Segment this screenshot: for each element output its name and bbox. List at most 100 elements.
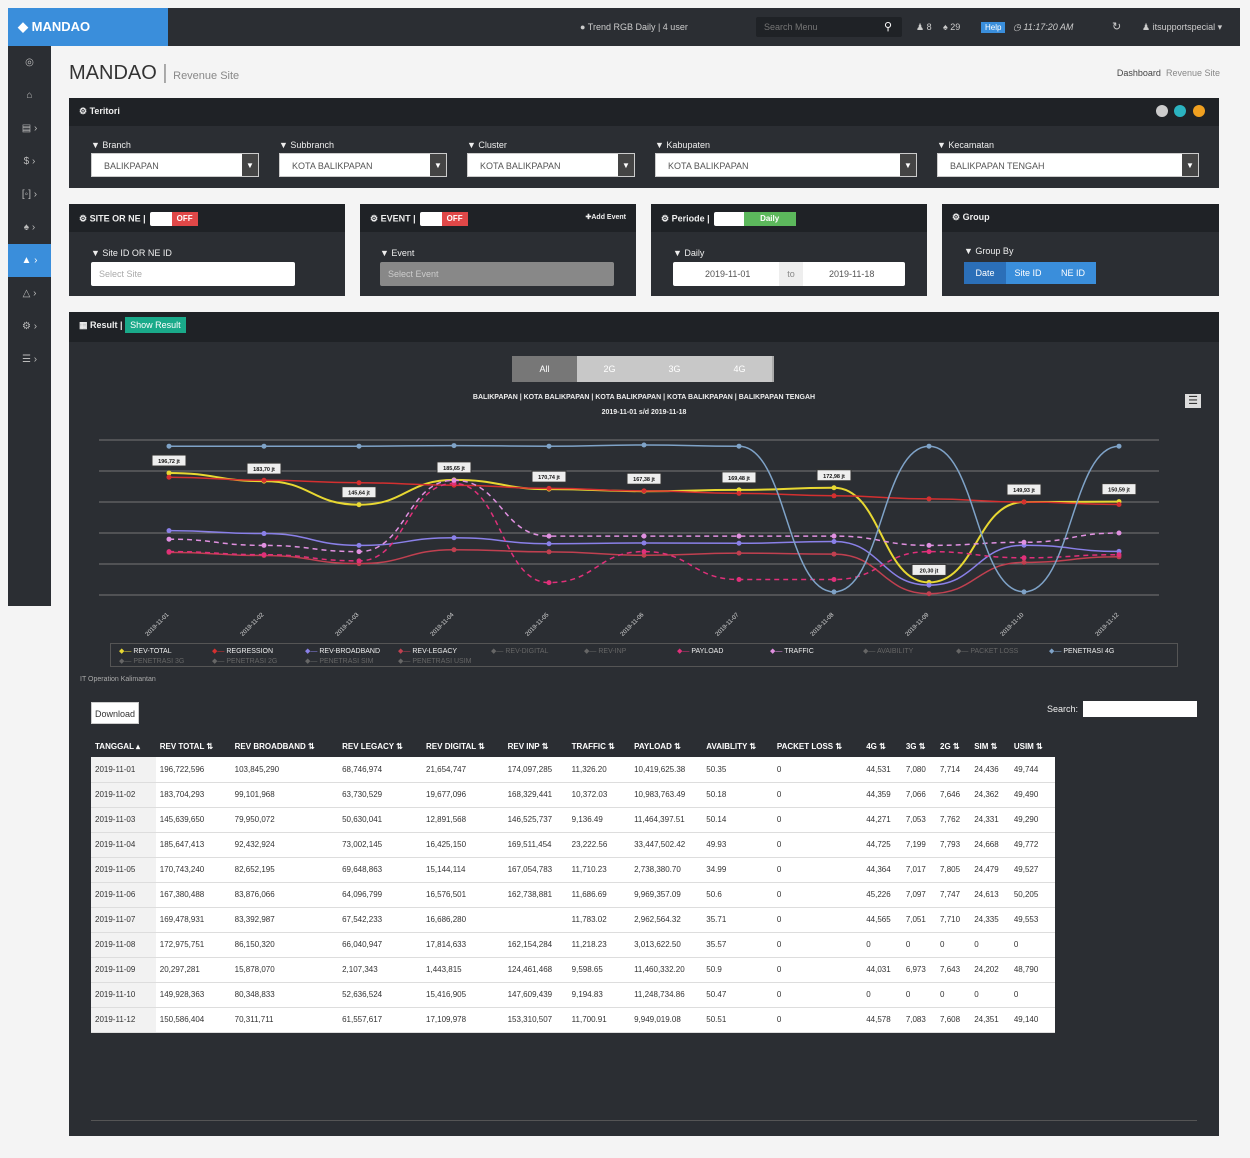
- branch-select[interactable]: BALIKPAPAN ▼: [91, 153, 259, 177]
- event-toggle[interactable]: OFF: [419, 212, 468, 226]
- group-ne-id-button[interactable]: NE ID: [1050, 262, 1096, 284]
- user-icon: ♟: [916, 22, 925, 32]
- user-menu[interactable]: ♟ itsupportspecial ▾: [1142, 8, 1222, 46]
- table-cell: 0: [862, 932, 902, 958]
- table-row[interactable]: 2019-11-12 150,586,404 70,311,711 61,557,61…: [91, 1007, 1055, 1033]
- column-header[interactable]: REV DIGITAL ⇅: [422, 735, 504, 757]
- group-site-id-button[interactable]: Site ID: [1006, 262, 1050, 284]
- legend-item[interactable]: ◆— TRAFFIC: [770, 647, 814, 655]
- periode-toggle[interactable]: Daily: [713, 212, 796, 226]
- kabupaten-select[interactable]: KOTA BALIKPAPAN ▼: [655, 153, 917, 177]
- users-counter[interactable]: ♟ 8: [916, 8, 932, 46]
- sidebar-chart-icon[interactable]: ▤ ›: [8, 112, 51, 145]
- download-button[interactable]: Download: [91, 702, 139, 724]
- column-header[interactable]: SIM ⇅: [970, 735, 1010, 757]
- table-row[interactable]: 2019-11-05 170,743,240 82,652,195 69,648,86…: [91, 857, 1055, 883]
- table-row[interactable]: 2019-11-06 167,380,488 83,876,066 64,096,79…: [91, 882, 1055, 908]
- table-row[interactable]: 2019-11-10 149,928,363 80,348,833 52,636,52…: [91, 982, 1055, 1008]
- column-header[interactable]: 3G ⇅: [902, 735, 936, 757]
- group-date-button[interactable]: Date: [964, 262, 1006, 284]
- sidebar-tree-icon[interactable]: △ ›: [8, 277, 51, 310]
- legend-item[interactable]: ◆— REV-INP: [584, 647, 626, 655]
- table-cell: 0: [936, 932, 971, 958]
- collapse-icon[interactable]: [1155, 105, 1168, 117]
- notification-counter[interactable]: ♠ 29: [943, 8, 960, 46]
- date-to-input[interactable]: 2019-11-18: [829, 262, 874, 286]
- revenue-chart: BALIKPAPAN | KOTA BALIKPAPAN | KOTA BALI…: [99, 394, 1159, 638]
- refresh-icon[interactable]: ↻: [1112, 8, 1121, 46]
- table-row[interactable]: 2019-11-03 145,639,650 79,950,072 50,630,04…: [91, 807, 1055, 833]
- table-row[interactable]: 2019-11-09 20,297,281 15,878,070 2,107,343 1…: [91, 957, 1055, 983]
- table-cell: 183,704,293: [155, 782, 231, 808]
- legend-item[interactable]: ◆— REGRESSION: [212, 647, 273, 655]
- legend-item[interactable]: ◆— PAYLOAD: [677, 647, 723, 655]
- series-line-penetrasi 4g: [169, 444, 1120, 593]
- x-tick-label: 2019-11-04: [430, 612, 456, 638]
- table-row[interactable]: 2019-11-07 169,478,931 83,392,987 67,542,23…: [91, 907, 1055, 933]
- divider: [91, 1120, 1197, 1121]
- add-event-button[interactable]: ✚Add Event: [586, 213, 627, 221]
- group-header: ⚙ Group: [942, 204, 1219, 232]
- legend-item[interactable]: ◆— REV-BROADBAND: [305, 647, 380, 655]
- sidebar-code-icon[interactable]: [◦] ›: [8, 178, 51, 211]
- search-icon[interactable]: ⚲: [884, 8, 892, 46]
- table-row[interactable]: 2019-11-04 185,647,413 92,432,924 73,002,14…: [91, 832, 1055, 858]
- column-header[interactable]: 4G ⇅: [862, 735, 902, 757]
- table-row[interactable]: 2019-11-01 196,722,596 103,845,290 68,746,9…: [91, 757, 1055, 783]
- legend-item[interactable]: ◆— AVAIBILITY: [863, 647, 913, 655]
- legend-item[interactable]: ◆— PENETRASI 4G: [1049, 647, 1114, 655]
- sidebar-dashboard-icon[interactable]: ◎: [8, 46, 51, 79]
- kecamatan-select[interactable]: BALIKPAPAN TENGAH ▼: [937, 153, 1199, 177]
- column-header[interactable]: TANGGAL ▴: [91, 735, 156, 757]
- column-header[interactable]: REV BROADBAND ⇅: [231, 735, 338, 757]
- show-result-button[interactable]: Show Result: [125, 317, 186, 333]
- legend-item[interactable]: ◆— REV-DIGITAL: [491, 647, 548, 655]
- brand-logo[interactable]: ◆ MANDAO: [8, 8, 168, 46]
- subbranch-select[interactable]: KOTA BALIKPAPAN ▼: [279, 153, 447, 177]
- help-button[interactable]: Help: [981, 8, 1006, 46]
- date-from-input[interactable]: 2019-11-01: [705, 262, 750, 286]
- legend-item[interactable]: ◆— PACKET LOSS: [956, 647, 1018, 655]
- breadcrumb-home[interactable]: Dashboard: [1117, 68, 1161, 78]
- table-row[interactable]: 2019-11-02 183,704,293 99,101,968 63,730,52…: [91, 782, 1055, 808]
- refresh-panel-icon[interactable]: [1174, 105, 1187, 117]
- column-header[interactable]: PACKET LOSS ⇅: [773, 735, 862, 757]
- sidebar-gear-icon[interactable]: ⚙ ›: [8, 310, 51, 343]
- cluster-select[interactable]: KOTA BALIKPAPAN ▼: [467, 153, 635, 177]
- sidebar-home-icon[interactable]: ⌂: [8, 79, 51, 112]
- sidebar-sitemap-icon[interactable]: ▲ ›: [8, 244, 51, 277]
- gear-icon: ⚙: [79, 213, 88, 224]
- legend-item[interactable]: ◆— PENETRASI 3G: [119, 657, 184, 665]
- search-input[interactable]: [756, 17, 902, 37]
- tab-4g[interactable]: 4G: [707, 356, 772, 382]
- tab-3g[interactable]: 3G: [642, 356, 707, 382]
- table-search-input[interactable]: [1083, 701, 1197, 717]
- table-row[interactable]: 2019-11-08 172,975,751 86,150,320 66,040,94…: [91, 932, 1055, 958]
- event-select[interactable]: Select Event: [380, 262, 614, 286]
- column-header[interactable]: USIM ⇅: [1010, 735, 1055, 757]
- table-cell: 24,668: [970, 832, 1010, 858]
- tab-all[interactable]: All: [512, 356, 577, 382]
- expand-icon[interactable]: [1193, 105, 1205, 117]
- data-point: [166, 474, 172, 480]
- legend-item[interactable]: ◆— REV-LEGACY: [398, 647, 457, 655]
- tab-2g[interactable]: 2G: [577, 356, 642, 382]
- site-toggle[interactable]: OFF: [149, 212, 198, 226]
- column-header[interactable]: AVAIBLITY ⇅: [702, 735, 773, 757]
- sidebar-users-icon[interactable]: ♠ ›: [8, 211, 51, 244]
- table-cell: 44,531: [862, 757, 902, 783]
- sidebar-list-icon[interactable]: ☰ ›: [8, 343, 51, 376]
- site-input[interactable]: Select Site: [91, 262, 295, 286]
- column-header[interactable]: PAYLOAD ⇅: [630, 735, 702, 757]
- legend-item[interactable]: ◆— PENETRASI SIM: [305, 657, 373, 665]
- column-header[interactable]: TRAFFIC ⇅: [568, 735, 630, 757]
- sidebar-dollar-icon[interactable]: $ ›: [8, 145, 51, 178]
- column-header[interactable]: REV INP ⇅: [504, 735, 568, 757]
- legend-item[interactable]: ◆— REV-TOTAL: [119, 647, 172, 655]
- legend-item[interactable]: ◆— PENETRASI USIM: [398, 657, 471, 665]
- column-header[interactable]: 2G ⇅: [936, 735, 970, 757]
- column-header[interactable]: REV LEGACY ⇅: [338, 735, 422, 757]
- legend-item[interactable]: ◆— PENETRASI 2G: [212, 657, 277, 665]
- column-header[interactable]: REV TOTAL ⇅: [156, 735, 231, 757]
- site-header: ⚙ SITE OR NE | OFF: [69, 204, 345, 232]
